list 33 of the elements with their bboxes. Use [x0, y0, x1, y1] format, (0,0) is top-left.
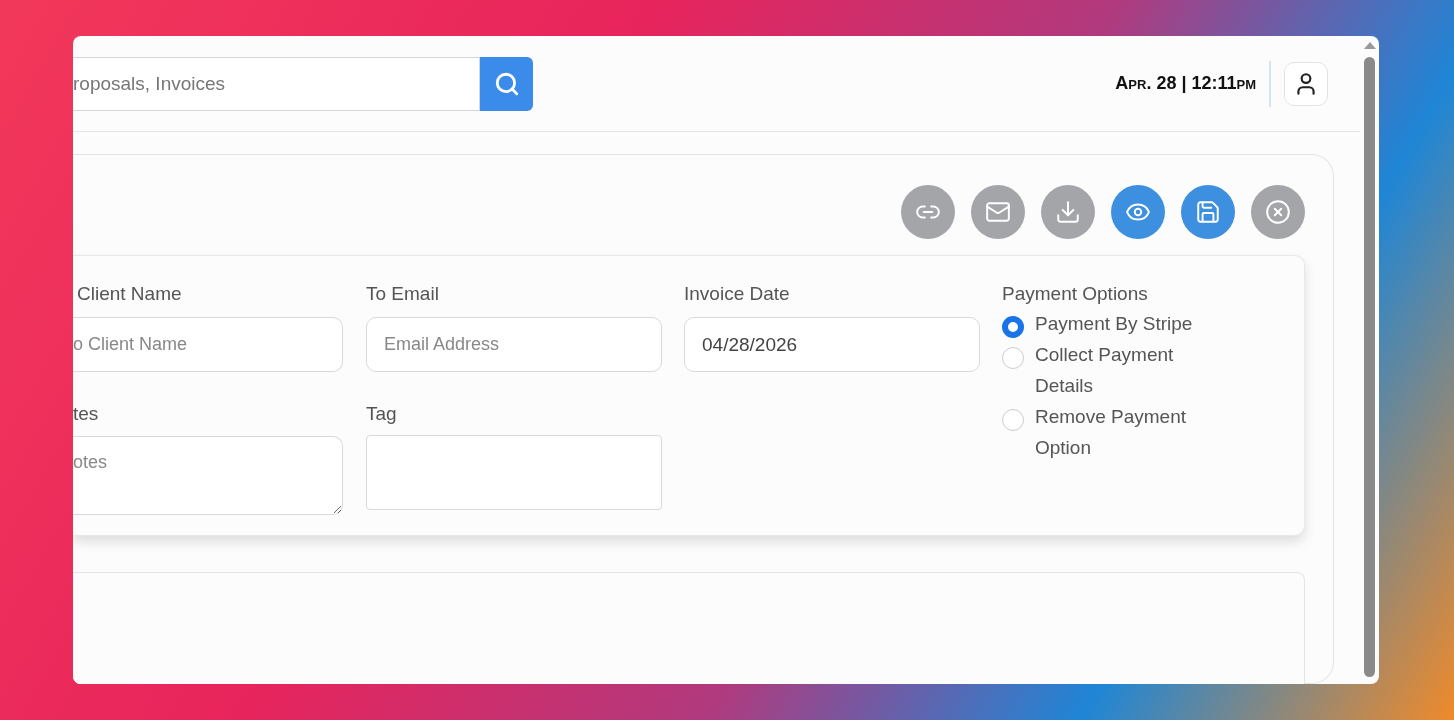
email-button[interactable]: [971, 185, 1025, 239]
email-field[interactable]: Email Address: [366, 317, 662, 372]
download-button[interactable]: [1041, 185, 1095, 239]
radio-button[interactable]: [1002, 347, 1024, 369]
radio-button[interactable]: [1002, 409, 1024, 431]
field-label: Invoice Date: [684, 282, 791, 306]
search-button[interactable]: [480, 56, 533, 111]
tag-field[interactable]: [366, 435, 662, 510]
scroll-thumb[interactable]: [1364, 57, 1375, 677]
search-field[interactable]: roposals, Invoices: [73, 56, 480, 111]
radio-label: Collect Payment Details: [1035, 343, 1175, 398]
notes-field[interactable]: otes: [73, 436, 343, 515]
envelope-icon: [985, 199, 1011, 225]
download-icon: [1055, 199, 1081, 225]
date-field[interactable]: 04/28/2026: [684, 317, 980, 372]
close-icon: [1265, 199, 1291, 225]
radio-label: Remove Payment Option: [1035, 405, 1187, 460]
save-button[interactable]: [1181, 185, 1235, 239]
close-button[interactable]: [1251, 185, 1305, 239]
field-label: Client Name: [76, 282, 183, 306]
field-label: Payment Options: [1002, 282, 1149, 306]
field-label: Tag: [366, 402, 398, 426]
radio-label: Payment By Stripe: [1035, 312, 1194, 336]
radio-button[interactable]: [1002, 316, 1024, 338]
client-name-field[interactable]: o Client Name: [73, 317, 343, 372]
user-button[interactable]: [1284, 61, 1328, 106]
field-label: tes: [73, 402, 100, 426]
search-icon: [493, 70, 520, 97]
field-label: To Email: [366, 282, 440, 306]
preview-button[interactable]: [1111, 185, 1165, 239]
scroll-up-icon: [1363, 42, 1376, 49]
date-time: Apr. 28 | 12:11pm: [1115, 72, 1256, 95]
link-button[interactable]: [901, 185, 955, 239]
